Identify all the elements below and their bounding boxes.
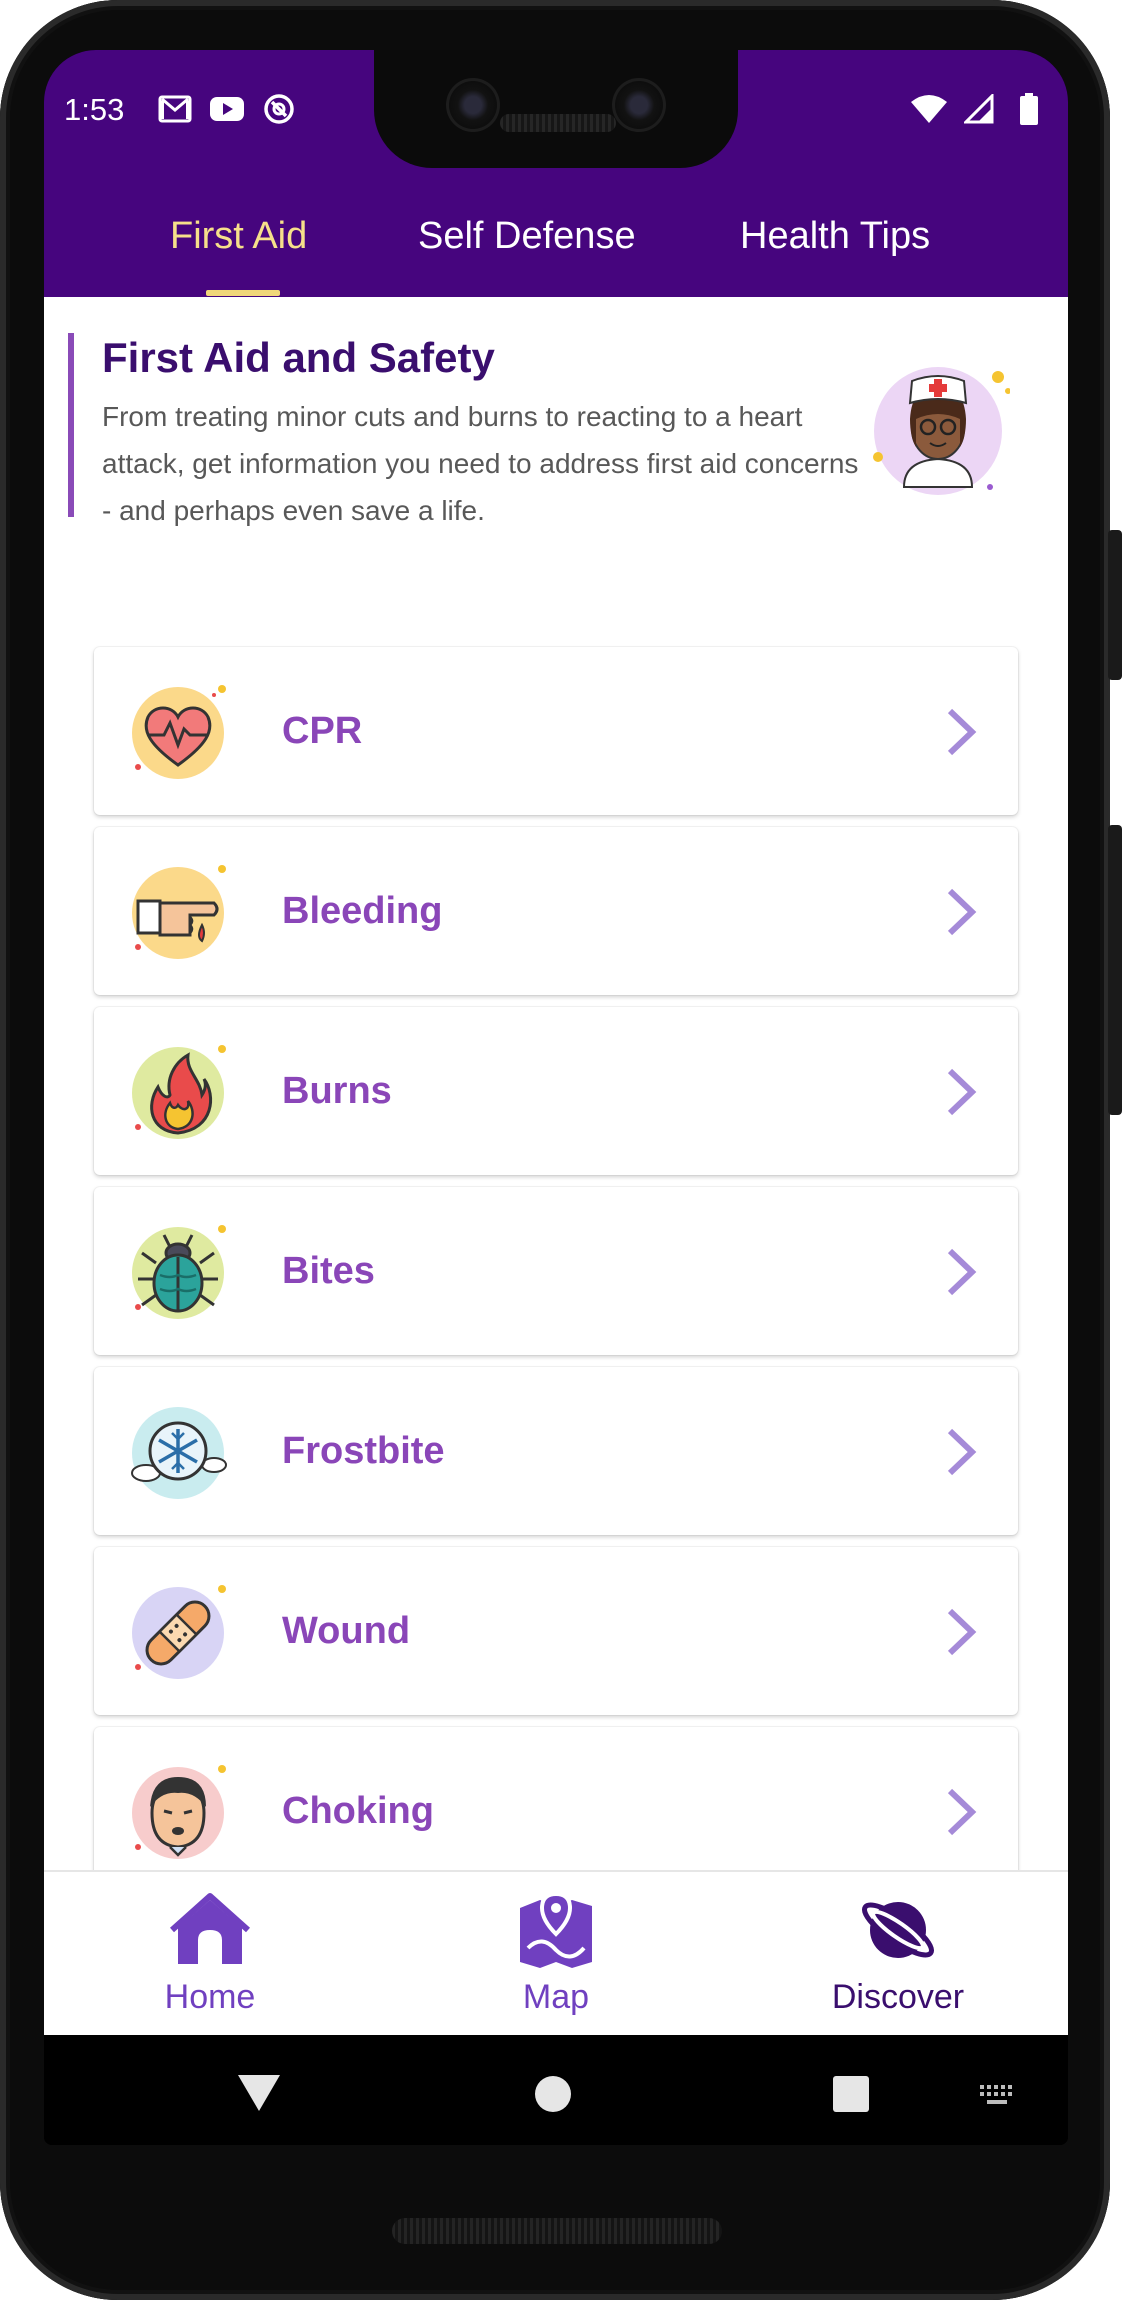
- home-icon: [170, 1893, 250, 1964]
- wifi-icon: [910, 90, 948, 128]
- front-camera: [446, 78, 500, 132]
- keyboard-icon[interactable]: [978, 2083, 1016, 2107]
- topic-card-wound[interactable]: Wound: [94, 1547, 1018, 1715]
- bleeding-finger-icon: [132, 865, 226, 959]
- chevron-right-icon: [947, 888, 977, 936]
- topic-label: Bleeding: [282, 890, 443, 932]
- bug-icon: [132, 1225, 226, 1319]
- phone-frame: 1:53 First Aid Self Defense Health Tips …: [0, 0, 1122, 2300]
- front-sensor: [612, 78, 666, 132]
- chevron-right-icon: [947, 1248, 977, 1296]
- nav-map[interactable]: Map: [446, 1872, 666, 2037]
- status-icons-right: [910, 90, 1048, 128]
- heart-pulse-icon: [132, 685, 226, 779]
- topic-card-burns[interactable]: Burns: [94, 1007, 1018, 1175]
- nav-home[interactable]: Home: [100, 1872, 320, 2037]
- section-description: From treating minor cuts and burns to re…: [102, 401, 859, 526]
- earpiece-speaker: [500, 114, 616, 132]
- volume-button: [1108, 825, 1122, 1115]
- main-content: First Aid and Safety From treating minor…: [44, 297, 1068, 1917]
- nav-label: Home: [164, 1978, 256, 2016]
- nav-discover[interactable]: Discover: [788, 1872, 1008, 2037]
- home-circle-icon[interactable]: [534, 2075, 572, 2113]
- snowflake-icon: [131, 1407, 227, 1499]
- topic-label: Burns: [282, 1070, 392, 1112]
- planet-icon: [862, 1902, 934, 1958]
- section-title: First Aid and Safety: [102, 334, 495, 381]
- topic-card-bites[interactable]: Bites: [94, 1187, 1018, 1355]
- topic-label: Wound: [282, 1610, 411, 1652]
- nurse-icon: [873, 367, 1010, 495]
- chevron-right-icon: [947, 1788, 977, 1836]
- chevron-right-icon: [947, 1068, 977, 1116]
- power-button: [1108, 530, 1122, 680]
- chevron-right-icon: [947, 708, 977, 756]
- do-not-disturb-icon: [260, 90, 298, 128]
- bottom-navigation: Home Map Discover: [44, 1870, 1068, 2037]
- bottom-speaker-grille: [392, 2218, 722, 2244]
- tab-bar: First Aid Self Defense Health Tips: [44, 215, 1068, 297]
- status-time: 1:53: [64, 92, 125, 127]
- tab-first-aid[interactable]: First Aid: [170, 215, 307, 297]
- system-navigation-bar: [44, 2035, 1068, 2145]
- youtube-icon: [208, 90, 246, 128]
- topic-card-cpr[interactable]: CPR: [94, 647, 1018, 815]
- intro-section: First Aid and Safety From treating minor…: [68, 333, 922, 526]
- nav-label: Discover: [831, 1978, 965, 2016]
- bandage-icon: [132, 1585, 226, 1679]
- app-header: 1:53 First Aid Self Defense Health Tips: [44, 50, 1068, 297]
- topic-card-frostbite[interactable]: Frostbite: [94, 1367, 1018, 1535]
- map-icon: [520, 1891, 592, 1968]
- flame-icon: [132, 1045, 226, 1139]
- camera-notch: [374, 50, 738, 168]
- topic-card-bleeding[interactable]: Bleeding: [94, 827, 1018, 995]
- back-icon[interactable]: [236, 2073, 282, 2113]
- cell-signal-icon: [960, 90, 998, 128]
- topic-label: CPR: [282, 710, 363, 752]
- screen: 1:53 First Aid Self Defense Health Tips …: [44, 50, 1068, 2145]
- chevron-right-icon: [947, 1608, 977, 1656]
- chevron-right-icon: [947, 1428, 977, 1476]
- nav-label: Map: [522, 1978, 590, 2016]
- battery-icon: [1010, 90, 1048, 128]
- tab-health-tips[interactable]: Health Tips: [740, 215, 930, 297]
- topic-label: Frostbite: [282, 1430, 445, 1472]
- topic-label: Bites: [282, 1250, 375, 1292]
- active-tab-indicator: [206, 290, 280, 296]
- choking-face-icon: [132, 1765, 226, 1859]
- gmail-icon: [156, 90, 194, 128]
- status-icons-left: [156, 90, 298, 128]
- tab-self-defense[interactable]: Self Defense: [418, 215, 636, 297]
- recents-icon[interactable]: [832, 2075, 870, 2113]
